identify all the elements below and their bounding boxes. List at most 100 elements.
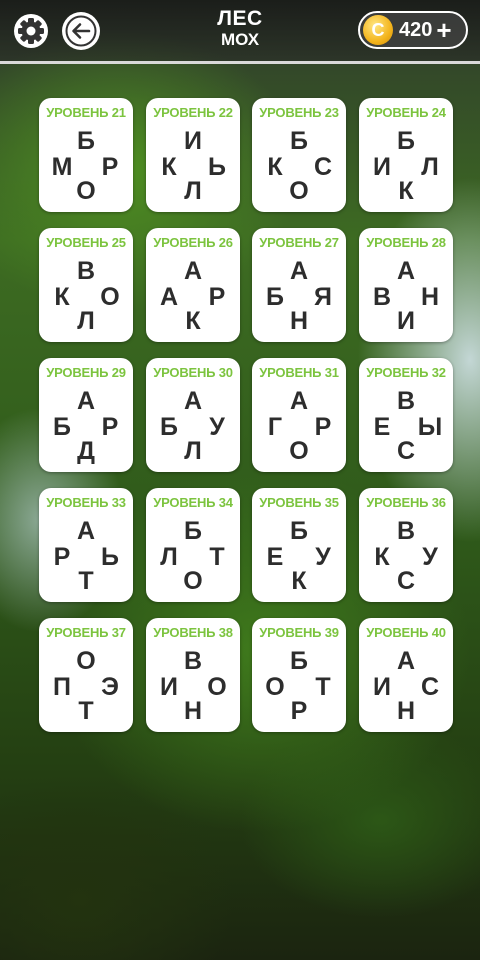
letter-bottom: О [76,177,96,205]
letter-top: В [396,517,416,545]
level-card[interactable]: УРОВЕНЬ 26 А А Р К [146,228,240,342]
letter-right: Ь [208,153,226,181]
letter-bottom: С [396,567,416,595]
level-label: УРОВЕНЬ 36 [366,495,446,510]
letter-right: Э [101,673,119,701]
level-card[interactable]: УРОВЕНЬ 38 В И О Н [146,618,240,732]
level-label: УРОВЕНЬ 29 [46,365,126,380]
letter-left: Л [160,543,178,571]
level-pack-title: ЛЕС МОХ [140,7,340,50]
letter-top: Б [290,517,308,545]
level-card[interactable]: УРОВЕНЬ 30 А Б У Л [146,358,240,472]
level-card[interactable]: УРОВЕНЬ 33 А Р Ь Т [39,488,133,602]
level-card[interactable]: УРОВЕНЬ 36 В К У С [359,488,453,602]
level-card[interactable]: УРОВЕНЬ 25 В К О Л [39,228,133,342]
level-card[interactable]: УРОВЕНЬ 21 Б М Р О [39,98,133,212]
letter-bottom: Н [183,697,203,725]
letter-right: Я [314,283,332,311]
letter-bottom: С [396,437,416,465]
coin-count: 420 [399,18,433,41]
level-label: УРОВЕНЬ 38 [153,625,233,640]
letter-left: К [374,543,390,571]
back-arrow-icon [63,13,99,49]
level-card[interactable]: УРОВЕНЬ 22 И К Ь Л [146,98,240,212]
level-card[interactable]: УРОВЕНЬ 32 В Е Ы С [359,358,453,472]
level-label: УРОВЕНЬ 22 [153,105,233,120]
level-card[interactable]: УРОВЕНЬ 34 Б Л Т О [146,488,240,602]
letter-right: Р [208,283,226,311]
letter-bottom: Д [77,437,95,465]
letter-right: О [100,283,120,311]
letter-left: К [54,283,70,311]
letter-right: Ь [101,543,119,571]
letter-right: Т [209,543,225,571]
letter-left: К [161,153,177,181]
letter-left: Е [373,413,391,441]
letter-right: Р [314,413,332,441]
level-card[interactable]: УРОВЕНЬ 39 Б О Т Р [252,618,346,732]
letter-left: И [160,673,178,701]
letter-right: Р [101,153,119,181]
level-label: УРОВЕНЬ 30 [153,365,233,380]
letter-bottom: Т [78,697,94,725]
letter-left: И [373,673,391,701]
letter-right: Р [101,413,119,441]
plus-icon[interactable]: + [436,17,451,43]
level-label: УРОВЕНЬ 23 [259,105,339,120]
level-card[interactable]: УРОВЕНЬ 24 Б И Л К [359,98,453,212]
level-card[interactable]: УРОВЕНЬ 40 А И С Н [359,618,453,732]
letter-top: А [289,257,309,285]
pack-subtitle: МОХ [220,30,260,49]
letter-bottom: Л [77,307,95,335]
level-label: УРОВЕНЬ 28 [366,235,446,250]
letter-right: У [422,543,438,571]
letter-right: Т [315,673,331,701]
level-label: УРОВЕНЬ 25 [46,235,126,250]
coin-icon: C [363,15,393,45]
letter-top: Б [397,127,415,155]
letter-top: А [76,517,96,545]
level-card[interactable]: УРОВЕНЬ 31 А Г Р О [252,358,346,472]
level-card[interactable]: УРОВЕНЬ 28 А В Н И [359,228,453,342]
letter-bottom: Л [184,177,202,205]
level-card[interactable]: УРОВЕНЬ 23 Б К С О [252,98,346,212]
level-label: УРОВЕНЬ 26 [153,235,233,250]
letter-right: О [207,673,227,701]
back-button[interactable] [62,12,100,50]
letter-top: Б [290,647,308,675]
coin-balance[interactable]: C 420 + [358,11,468,49]
letter-bottom: Т [78,567,94,595]
level-card[interactable]: УРОВЕНЬ 27 А Б Я Н [252,228,346,342]
letter-top: В [396,387,416,415]
letter-top: В [76,257,96,285]
pack-title: ЛЕС [217,7,263,30]
letter-right: С [313,153,333,181]
letter-right: У [315,543,331,571]
level-label: УРОВЕНЬ 39 [259,625,339,640]
letter-bottom: О [289,177,309,205]
letter-left: А [159,283,179,311]
settings-button[interactable] [12,12,50,50]
level-card[interactable]: УРОВЕНЬ 29 А Б Р Д [39,358,133,472]
letter-left: Б [266,283,284,311]
letter-top: И [184,127,202,155]
level-label: УРОВЕНЬ 33 [46,495,126,510]
level-label: УРОВЕНЬ 37 [46,625,126,640]
letter-bottom: К [185,307,201,335]
level-card[interactable]: УРОВЕНЬ 37 О П Э Т [39,618,133,732]
letter-bottom: Н [289,307,309,335]
letter-bottom: О [183,567,203,595]
level-label: УРОВЕНЬ 34 [153,495,233,510]
letter-top: Б [77,127,95,155]
level-label: УРОВЕНЬ 31 [259,365,339,380]
letter-top: В [183,647,203,675]
letter-left: Р [53,543,71,571]
letter-bottom: Л [184,437,202,465]
letter-top: О [76,647,96,675]
level-label: УРОВЕНЬ 21 [46,105,126,120]
letter-left: И [373,153,391,181]
letter-left: Е [266,543,284,571]
level-card[interactable]: УРОВЕНЬ 35 Б Е У К [252,488,346,602]
letter-left: О [265,673,285,701]
letter-top: А [183,387,203,415]
